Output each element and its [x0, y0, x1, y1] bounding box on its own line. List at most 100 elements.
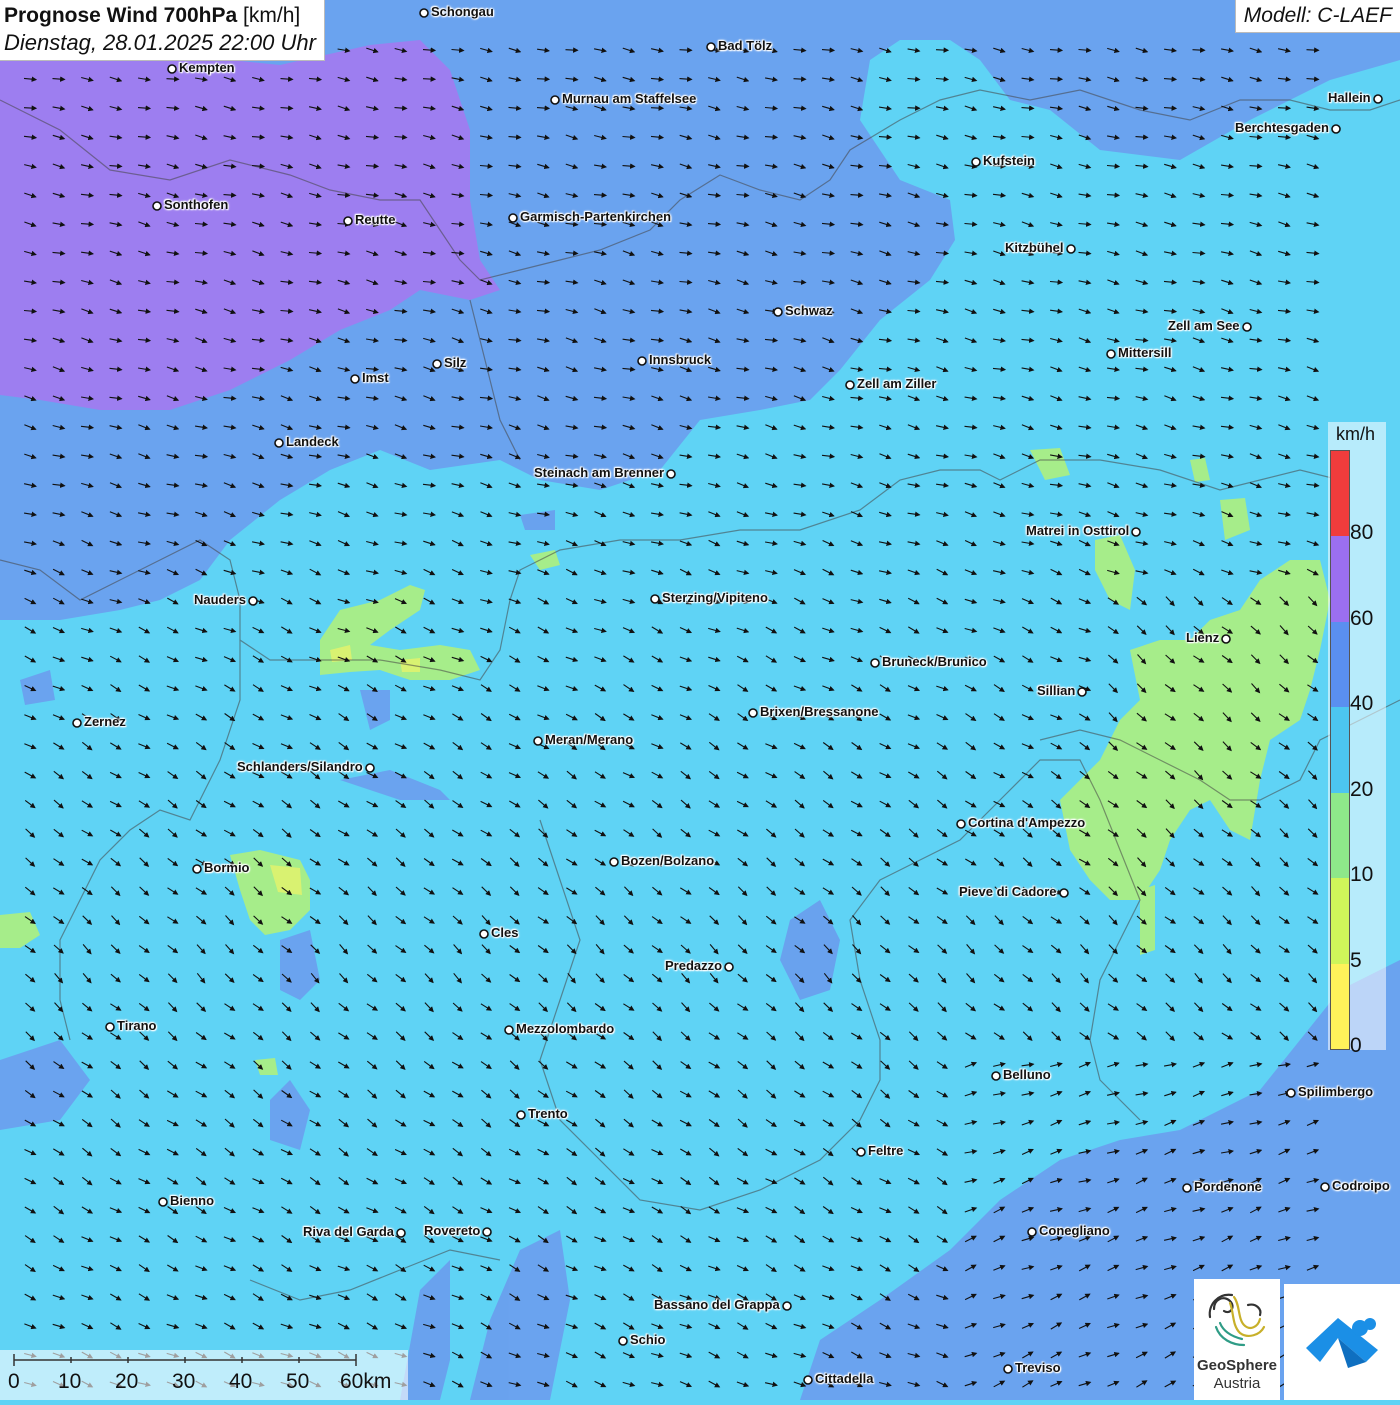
city-marker: [706, 42, 716, 52]
city-marker: [479, 929, 489, 939]
city-label: Schlanders/Silandro: [237, 759, 363, 774]
city-label: Mezzolombardo: [516, 1021, 615, 1036]
model-label: Modell: C-LAEF: [1234, 0, 1400, 33]
city-marker: [1059, 888, 1069, 898]
wind-arrow: [536, 76, 551, 82]
city-label: Trento: [528, 1106, 568, 1121]
city-label: Garmisch-Partenkirchen: [520, 209, 672, 224]
city-marker: [248, 596, 258, 606]
city-marker: [956, 819, 966, 829]
city-marker: [1131, 527, 1141, 537]
city-marker: [167, 64, 177, 74]
wind-arrow: [1049, 76, 1064, 82]
city-marker: [343, 216, 353, 226]
city-marker: [72, 718, 82, 728]
legend-color-step: [1331, 451, 1349, 537]
city-marker: [350, 374, 360, 384]
city-label: Nauders: [194, 592, 247, 607]
city-marker: [1286, 1088, 1296, 1098]
city-label: Kempten: [179, 60, 235, 75]
city-marker: [1331, 124, 1341, 134]
city-label: Riva del Garda: [303, 1224, 395, 1239]
city-marker: [105, 1022, 115, 1032]
scale-label: 60km: [340, 1370, 392, 1393]
city-label: Bassano del Grappa: [654, 1297, 780, 1312]
city-marker: [609, 857, 619, 867]
city-marker: [516, 1110, 526, 1120]
city-label: Codroipo: [1332, 1178, 1390, 1193]
city-label: Bormio: [204, 860, 250, 875]
wind-arrow: [565, 47, 579, 53]
city-label: Innsbruck: [649, 352, 712, 367]
city-marker: [1003, 1364, 1013, 1374]
city-label: Zell am See: [1168, 318, 1240, 333]
legend-tick-label: 40: [1350, 692, 1374, 716]
city-label: Bad Tölz: [718, 38, 773, 53]
city-label: Bozen/Bolzano: [621, 853, 715, 868]
city-marker: [1221, 634, 1231, 644]
scale-bar-line: [13, 1354, 357, 1366]
city-label: Tirano: [117, 1018, 157, 1033]
map-title-box: Prognose Wind 700hPa [km/h] Dienstag, 28…: [0, 0, 325, 61]
city-label: Reutte: [355, 212, 396, 227]
city-marker: [803, 1375, 813, 1385]
city-marker: [1373, 94, 1383, 104]
legend-color-bar: [1330, 450, 1350, 1050]
city-marker: [419, 8, 429, 18]
city-label: Spilimbergo: [1298, 1084, 1374, 1099]
city-marker: [1066, 244, 1076, 254]
wind-arrow: [935, 47, 950, 53]
city-label: Feltre: [868, 1143, 904, 1158]
city-label: Schwaz: [785, 303, 833, 318]
city-marker: [533, 736, 543, 746]
title-unit: [km/h]: [237, 4, 301, 27]
city-marker: [1106, 349, 1116, 359]
city-label: Landeck: [286, 434, 339, 449]
city-marker: [365, 763, 375, 773]
geosphere-logo[interactable]: GeoSphere Austria: [1194, 1279, 1280, 1400]
legend-color-step: [1331, 621, 1349, 708]
scale-label: 30: [172, 1370, 196, 1393]
city-label: Meran/Merano: [545, 732, 634, 747]
city-label: Bruneck/Brunico: [882, 654, 987, 669]
wind-arrow: [1277, 105, 1292, 111]
wind-arrow: [650, 105, 665, 111]
city-label: Imst: [362, 370, 389, 385]
legend-tick-label: 5: [1350, 948, 1362, 972]
city-marker: [152, 201, 162, 211]
city-label: Pordenone: [1194, 1179, 1262, 1194]
city-label: Steinach am Brenner: [534, 465, 665, 480]
legend-tick-label: 60: [1350, 606, 1374, 630]
wind-arrow: [793, 76, 807, 82]
city-marker: [192, 864, 202, 874]
city-marker: [504, 1025, 514, 1035]
wetter-app-logo[interactable]: [1284, 1284, 1400, 1400]
wind-arrow: [907, 105, 921, 111]
wind-arrow: [23, 105, 38, 111]
city-marker: [1320, 1182, 1330, 1192]
city-label: Lienz: [1186, 630, 1220, 645]
city-marker: [1027, 1227, 1037, 1237]
geosphere-country: Austria: [1213, 1375, 1261, 1392]
city-label: Brixen/Bressanone: [760, 704, 879, 719]
legend-color-step: [1331, 963, 1349, 1049]
city-label: Sillian: [1037, 683, 1076, 698]
city-marker: [1242, 322, 1252, 332]
scale-label: 40: [229, 1370, 253, 1393]
city-label: Rovereto: [424, 1223, 481, 1238]
color-legend: km/h 0 5 10 20 40 60 80: [1328, 422, 1386, 1057]
city-label: Pieve di Cadore: [959, 884, 1057, 899]
scale-label: 50: [286, 1370, 310, 1393]
scale-label: 10: [58, 1370, 82, 1393]
city-label: Zernez: [84, 714, 126, 729]
geosphere-name: GeoSphere: [1196, 1357, 1278, 1374]
map-title: Prognose Wind 700hPa [km/h]: [4, 4, 316, 28]
wind-arrow: [679, 47, 693, 53]
city-marker: [396, 1228, 406, 1238]
city-marker: [1182, 1183, 1192, 1193]
city-marker: [482, 1227, 492, 1237]
city-label: Belluno: [1003, 1067, 1051, 1082]
city-label: Mittersill: [1118, 345, 1172, 360]
city-label: Matrei in Osttirol: [1026, 523, 1130, 538]
wind-arrow: [166, 76, 180, 82]
